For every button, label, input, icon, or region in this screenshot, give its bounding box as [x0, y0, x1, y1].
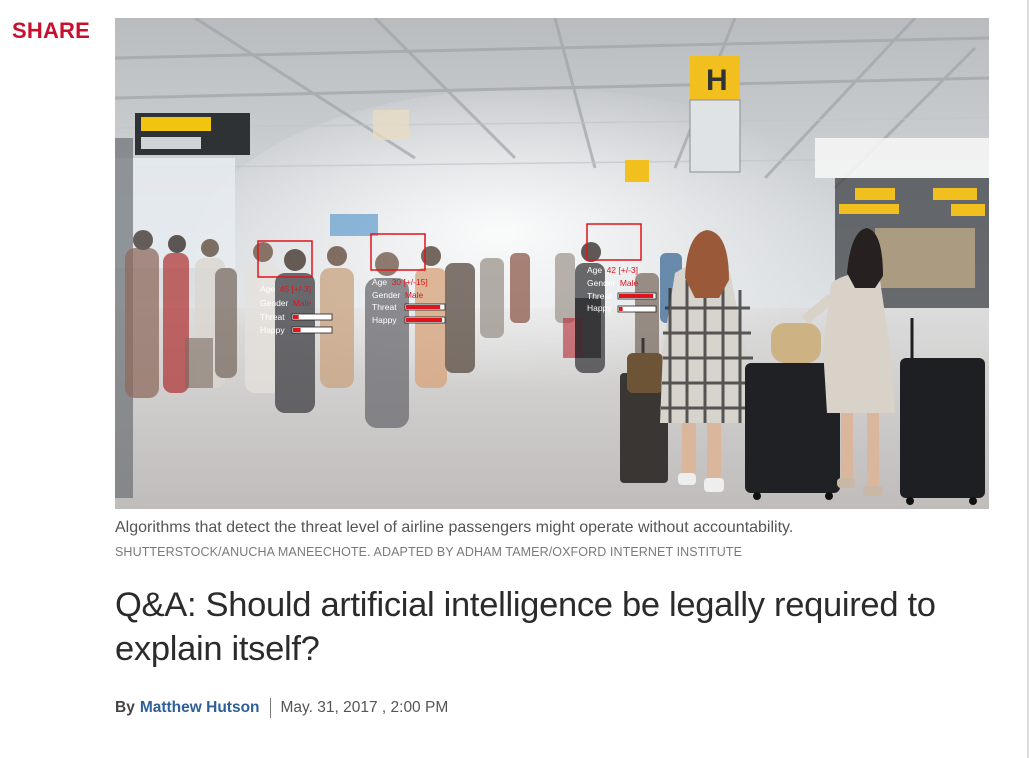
author-link[interactable]: Matthew Hutson [140, 699, 260, 717]
happy-meter-fill [293, 328, 301, 332]
happy-meter-fill [619, 307, 623, 311]
byline-divider [269, 698, 271, 718]
svg-text:Threat: Threat [372, 302, 397, 312]
svg-text:H: H [706, 64, 728, 97]
byline: By Matthew Hutson May. 31, 2017 , 2:00 P… [115, 698, 448, 718]
byline-prefix: By [115, 699, 135, 716]
image-credit: SHUTTERSTOCK/ANUCHA MANEECHOTE. ADAPTED … [115, 545, 743, 559]
svg-text:Threat: Threat [587, 291, 612, 301]
article-title: Q&A: Should artificial intelligence be l… [115, 586, 936, 668]
airport-photo: H Age 45 [+/-3] Gender Male Threat Happy… [115, 18, 989, 509]
threat-meter-fill [293, 315, 299, 319]
threat-meter-fill [406, 305, 441, 309]
svg-text:Happy: Happy [372, 315, 397, 325]
share-label[interactable]: SHARE [12, 18, 90, 44]
article-page: SHARE H Age 45 [+/-3] Gender Male Threat… [0, 0, 1029, 758]
hero-image: H Age 45 [+/-3] Gender Male Threat Happy… [115, 18, 989, 509]
publish-date: May. 31, 2017 , 2:00 PM [280, 699, 449, 716]
image-caption: Algorithms that detect the threat level … [115, 519, 794, 536]
threat-meter-fill [619, 294, 654, 298]
svg-text:Happy: Happy [260, 325, 285, 335]
happy-meter-fill [406, 318, 443, 322]
svg-text:Happy: Happy [587, 303, 612, 313]
svg-text:Threat: Threat [260, 312, 285, 322]
